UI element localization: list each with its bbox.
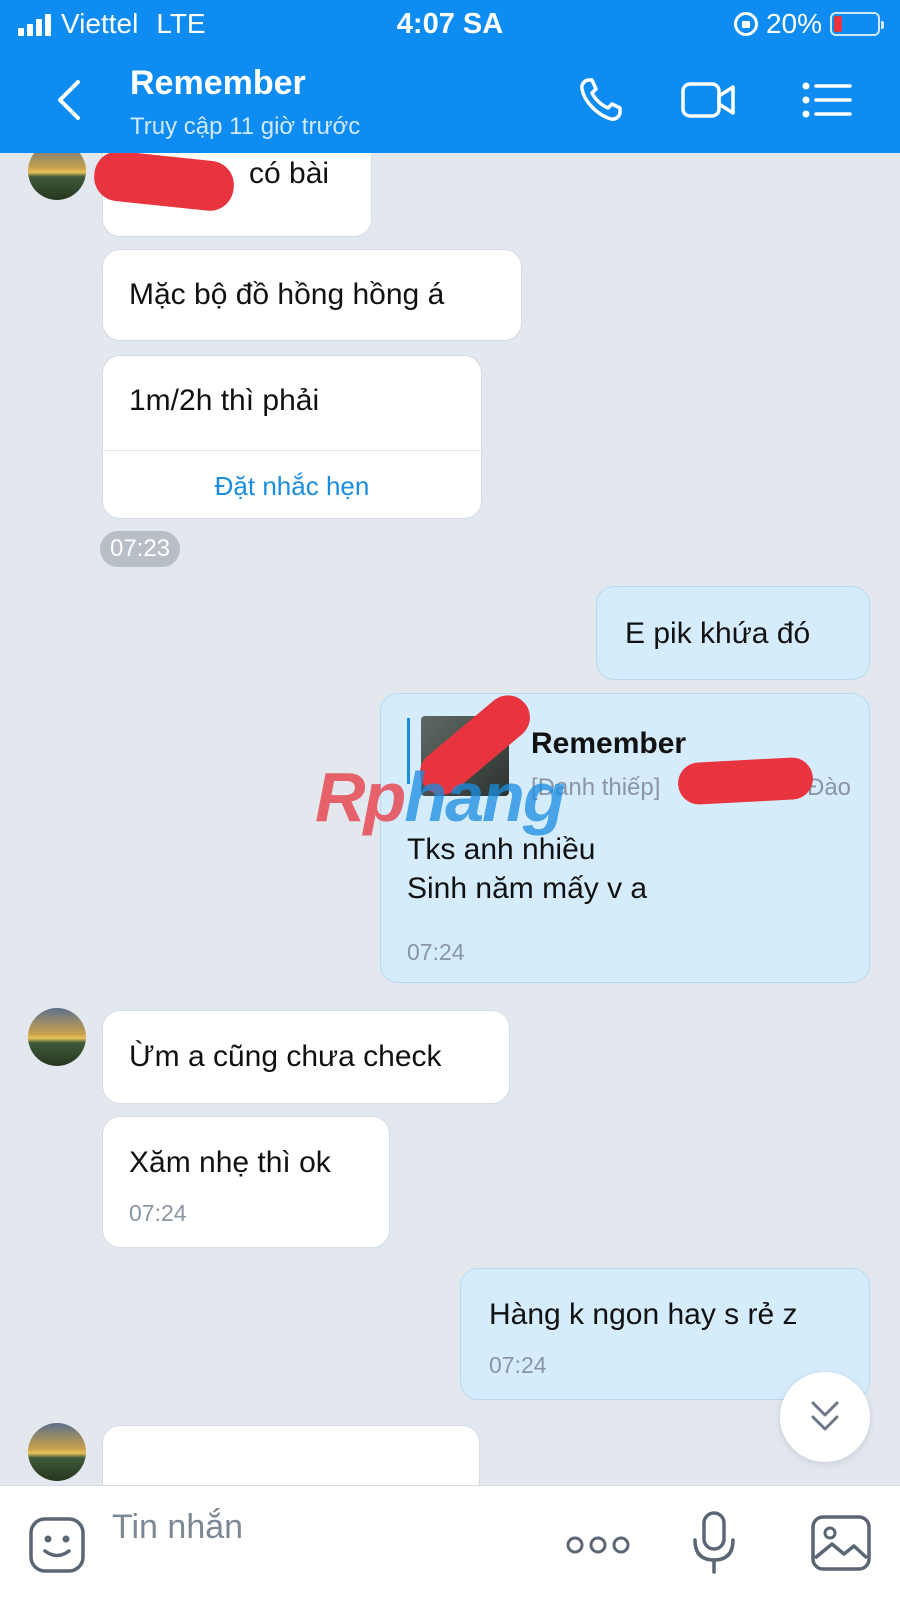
time-chip: 07:23 [100,531,181,567]
message-time: 07:24 [129,1200,187,1226]
message-text: Hàng k ngon hay s rẻ z [489,1298,798,1331]
message-bubble-incoming[interactable]: Mặc bộ đồ hồng hồng á [102,249,522,341]
divider [103,450,481,451]
message-line-2: Sinh năm mấy v a [407,872,648,905]
avatar[interactable] [28,1008,86,1066]
battery-icon [830,12,884,36]
chat-last-seen: Truy cập 11 giờ trước [130,113,361,140]
message-text: Mặc bộ đồ hồng hồng á [129,278,445,311]
video-camera-icon[interactable] [680,74,736,126]
status-right: 20% [733,8,884,40]
chat-title[interactable]: Remember [130,64,306,103]
message-bubble-incoming[interactable]: 1m/2h thì phải Đặt nhắc hẹn [102,355,482,519]
double-chevron-down-icon [811,1401,839,1431]
avatar[interactable] [28,153,86,200]
message-text: 1m/2h thì phải [129,384,320,417]
image-icon[interactable] [810,1514,872,1572]
message-bubble-incoming[interactable]: Xăm nhẹ thì ok 07:24 [102,1116,390,1248]
redaction-mark [676,756,815,806]
phone-icon[interactable] [575,74,631,126]
message-bubble-incoming[interactable] [102,1425,480,1485]
contact-card-tail: Đào [807,774,852,801]
message-list[interactable]: có bài Mặc bộ đồ hồng hồng á 1m/2h thì p… [0,153,900,1485]
status-bar: Viettel LTE 4:07 SA 20% [0,0,900,50]
message-input[interactable]: Tin nhắn [112,1508,243,1547]
chat-header: Viettel LTE 4:07 SA 20% Remember Truy cậ… [0,0,900,153]
rotation-lock-icon [733,12,758,36]
more-dots-icon[interactable] [565,1535,631,1555]
scroll-to-bottom-button[interactable] [780,1372,870,1462]
battery-fill [834,16,842,32]
avatar[interactable] [28,1423,86,1481]
message-time: 07:24 [489,1352,547,1378]
battery-percent: 20% [765,8,822,39]
message-text: E pik khứa đó [625,617,811,650]
message-bubble-incoming[interactable]: Ừm a cũng chưa check [102,1010,510,1104]
message-time: 07:24 [407,939,465,965]
menu-list-icon[interactable] [800,74,856,126]
composer-bar: Tin nhắn [0,1485,900,1600]
sticker-face-icon[interactable] [28,1516,86,1574]
watermark: Rphang [315,758,566,836]
set-reminder-link[interactable]: Đặt nhắc hẹn [103,470,481,504]
message-text: Ừm a cũng chưa check [129,1040,442,1073]
microphone-icon[interactable] [690,1510,738,1576]
message-text: Xăm nhẹ thì ok [129,1146,331,1179]
message-bubble-outgoing[interactable]: E pik khứa đó [596,586,870,680]
chevron-left-icon[interactable] [50,78,90,122]
message-text: có bài [249,157,330,190]
